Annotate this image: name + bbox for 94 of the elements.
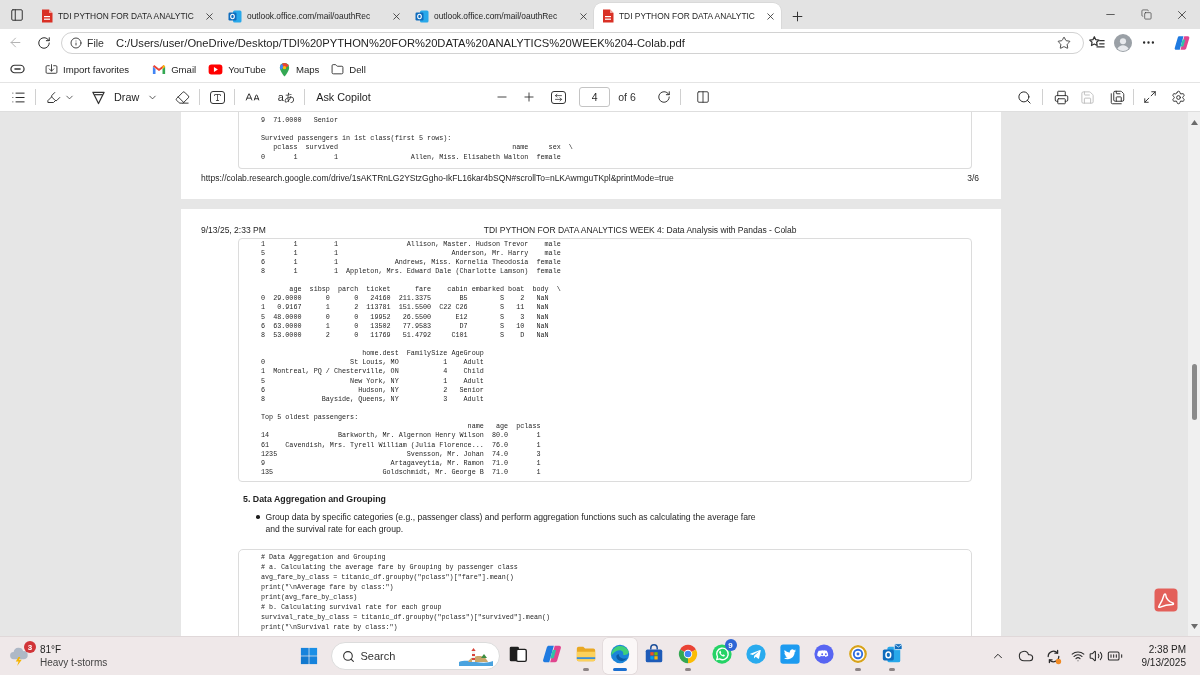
wifi-icon — [1070, 649, 1085, 663]
page-count-text: of 6 — [618, 91, 636, 103]
discord-logo-icon — [812, 643, 835, 665]
close-icon — [577, 10, 589, 22]
highlighter-icon — [45, 89, 61, 105]
notification-badge: 3 — [24, 641, 36, 653]
whatsapp-logo-icon — [710, 643, 733, 665]
fit-width-icon — [550, 90, 566, 104]
address-field[interactable]: File C:/Users/user/OneDrive/Desktop/TDI%20PYTHON%20FOR%20DATA%20ANALYTICS%20WEEK%204-Colab.pdf — [61, 31, 1084, 54]
list-icon — [10, 89, 26, 105]
page-number-field[interactable]: 4 — [579, 87, 611, 107]
clock-date: 9/13/2025 — [1141, 656, 1186, 669]
windows-logo-icon — [299, 647, 318, 665]
scroll-up-icon — [1190, 119, 1198, 125]
ring-icon — [846, 643, 869, 665]
browser-tab[interactable]: outlook.office.com/mail/oauthRec — [407, 3, 594, 29]
copilot-logo-icon — [540, 643, 563, 665]
printer-icon — [1053, 89, 1069, 105]
notification-badge: 9 — [724, 639, 737, 651]
twitter-logo-icon — [778, 643, 801, 665]
close-icon — [390, 10, 402, 22]
favorite-link[interactable]: YouTube — [202, 58, 272, 80]
copilot-logo-icon — [1173, 33, 1191, 52]
url-text: C:/Users/user/OneDrive/Desktop/TDI%20PYTHON%20FOR%20DATA%20ANALYTICS%20WEEK%204-Colab.pdf — [115, 36, 686, 49]
pdf-file-icon — [41, 9, 53, 23]
two-page-icon — [695, 90, 710, 104]
pen-nib-icon — [91, 89, 106, 105]
open-in-app-button[interactable] — [1154, 588, 1178, 612]
sidebar-panel-icon — [10, 8, 24, 22]
import-icon — [45, 62, 58, 76]
speaker-icon — [1088, 649, 1103, 663]
favorite-link[interactable]: Maps — [271, 58, 326, 80]
favorite-link[interactable]: Import favorites — [39, 58, 136, 80]
edge-logo-icon — [608, 643, 631, 665]
weather-condition-text: Heavy t-storms — [40, 656, 108, 669]
scroll-down-icon — [1190, 623, 1198, 629]
reload-icon — [37, 35, 51, 50]
page-url-text: https://colab.research.google.com/drive/1sAKTRnLG2YStzGgho-IkFL16kar4bSQN#scrollTo=nLKAwmguTKpl&printMode=true — [201, 172, 674, 183]
capsule-icon — [9, 64, 25, 74]
favorite-link[interactable]: Dell — [325, 58, 372, 80]
text-box-icon — [209, 90, 225, 104]
expand-icon — [1143, 90, 1157, 104]
favorite-link[interactable]: Gmail — [146, 58, 203, 80]
scrollbar-thumb[interactable] — [1191, 364, 1197, 420]
taskbar-app-button[interactable]: 9 — [704, 638, 739, 674]
taskbar-search-box[interactable]: Search — [330, 642, 500, 670]
bullet-text: Group data by specific categories (e.g., passenger class) and perform aggregation functions such as calculating the average fare and the survival rate for each group. — [265, 510, 757, 535]
eraser-icon — [174, 89, 190, 105]
close-icon — [764, 10, 776, 22]
ask-copilot-button[interactable]: Ask Copilot — [311, 85, 376, 109]
cloud-icon — [1017, 648, 1034, 664]
scheme-label: File — [87, 36, 104, 49]
outlook-logo-icon — [228, 9, 242, 23]
sync-icon — [1045, 647, 1062, 665]
avatar-icon — [1114, 33, 1132, 52]
temperature-text: 81°F — [40, 643, 63, 656]
bullet-icon — [256, 515, 260, 519]
print-date-text: 9/13/25, 2:33 PM — [201, 225, 266, 235]
translate-button[interactable]: aあ — [271, 85, 302, 109]
close-icon — [203, 10, 215, 22]
browser-tab[interactable]: TDI PYTHON FOR DATA ANALYTIC — [33, 3, 220, 29]
info-icon — [70, 36, 82, 49]
folder-icon — [331, 62, 345, 76]
youtube-logo-icon — [208, 63, 224, 75]
save-icon — [1079, 89, 1095, 105]
section-heading: 5. Data Aggregation and Grouping — [243, 492, 387, 505]
pdf-file-icon — [602, 9, 614, 23]
browser-tab[interactable]: outlook.office.com/mail/oauthRec — [220, 3, 407, 29]
star-icon[interactable] — [1057, 35, 1071, 50]
telegram-logo-icon — [744, 643, 767, 665]
plus-icon — [522, 90, 537, 104]
floppy-stack-icon — [1109, 89, 1125, 105]
acrobat-logo-icon — [1154, 588, 1178, 612]
outlook-logo-icon — [415, 9, 429, 23]
page-number-text: 3/6 — [967, 172, 979, 183]
restore-icon — [1140, 9, 1152, 20]
map-pin-icon — [277, 61, 291, 77]
gmail-logo-icon — [152, 63, 167, 75]
rotate-icon — [656, 90, 671, 104]
battery-icon — [1106, 648, 1123, 664]
search-icon — [341, 649, 355, 663]
storm-cloud-icon — [8, 645, 30, 667]
print-title-text: TDI PYTHON FOR DATA ANALYTICS WEEK 4: Data Analysis with Pandas - Colab — [483, 225, 797, 235]
favorites-list-icon — [1089, 35, 1105, 50]
chrome-logo-icon — [676, 643, 699, 665]
settings-icon — [1170, 89, 1186, 105]
browser-tab[interactable]: TDI PYTHON FOR DATA ANALYTIC — [594, 3, 781, 29]
search-highlight-illustration — [458, 646, 493, 666]
draw-button[interactable]: Draw — [86, 85, 164, 109]
plus-icon — [789, 8, 805, 24]
scrollbar[interactable] — [1188, 112, 1200, 636]
clock-time: 2:38 PM — [1148, 643, 1186, 656]
search-icon — [1016, 89, 1032, 105]
outlook-logo-icon — [880, 643, 903, 665]
